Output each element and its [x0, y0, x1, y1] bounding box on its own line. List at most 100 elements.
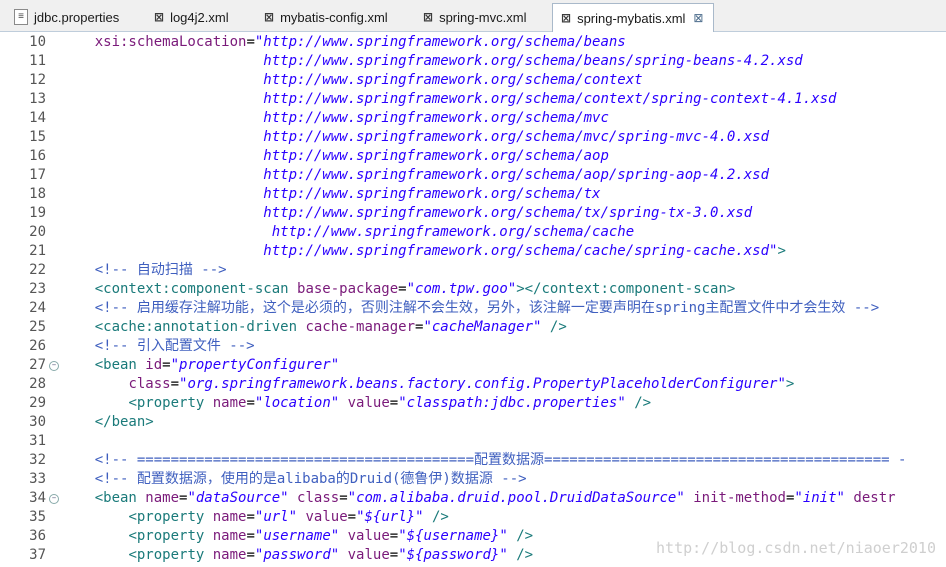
code-token: class: [297, 490, 340, 506]
tab-spring-mvc-xml[interactable]: ⊠ spring-mvc.xml: [415, 3, 541, 31]
code-line: <property name="url" value="${url}" />: [61, 508, 449, 527]
tab-log4j2-xml[interactable]: ⊠ log4j2.xml: [146, 3, 246, 31]
tab-mybatis-config-xml[interactable]: ⊠ mybatis-config.xml: [256, 3, 404, 31]
code-token: "http://www.springframework.org/schema/b…: [254, 34, 626, 50]
tab-spring-mybatis-xml[interactable]: ⊠ spring-mybatis.xml ⊠: [552, 3, 714, 32]
code-line: <!-- ===================================…: [61, 451, 907, 470]
line-number: 14: [29, 110, 46, 126]
xml-file-icon: ⊠: [561, 11, 572, 25]
code-line: http://www.springframework.org/schema/mv…: [61, 109, 609, 128]
code-token: >: [785, 376, 795, 392]
code-token: =: [246, 395, 255, 411]
code-token: <!-- ===================================…: [94, 452, 907, 468]
code-token: name: [212, 395, 247, 411]
line-number: 28: [29, 376, 46, 392]
fold-toggle-icon[interactable]: −: [49, 361, 59, 371]
code-token: http://www.springframework.org/schema/mv…: [263, 129, 770, 145]
code-token: />: [625, 395, 652, 411]
code-line: http://www.springframework.org/schema/ao…: [61, 147, 609, 166]
code-token: <context:component-scan: [94, 281, 298, 297]
code-token: cache-manager: [305, 319, 416, 335]
xml-file-icon: ⊠: [154, 10, 165, 24]
close-tab-icon[interactable]: ⊠: [693, 11, 703, 25]
line-number: 33: [29, 471, 46, 487]
code-token: =: [162, 357, 171, 373]
code-line: http://www.springframework.org/schema/tx: [61, 185, 600, 204]
code-token: "username": [254, 528, 340, 544]
code-token: value: [347, 547, 390, 563]
code-token: <bean: [94, 490, 146, 506]
line-number: 11: [29, 53, 46, 69]
line-number: 29: [29, 395, 46, 411]
code-token: "classpath:jdbc.properties": [398, 395, 626, 411]
code-line: class="org.springframework.beans.factory…: [61, 375, 794, 394]
code-token: name: [212, 528, 247, 544]
code-token: =: [170, 376, 180, 392]
code-token: value: [347, 395, 390, 411]
code-token: http://www.springframework.org/schema/tx…: [263, 205, 753, 221]
code-line: <bean name="dataSource" class="com.aliba…: [61, 489, 896, 508]
code-line: <property name="username" value="${usern…: [61, 527, 533, 546]
code-token: <property: [128, 509, 213, 525]
line-number: 32: [29, 452, 46, 468]
tab-label: spring-mybatis.xml: [577, 10, 686, 26]
code-line: http://www.springframework.org/schema/ca…: [61, 223, 634, 242]
code-token: xsi:schemaLocation: [94, 34, 247, 50]
code-line: <!-- 引入配置文件 -->: [61, 337, 255, 356]
code-token: "propertyConfigurer": [170, 357, 340, 373]
code-token: http://www.springframework.org/schema/ao…: [263, 148, 609, 164]
code-token: "com.alibaba.druid.pool.DruidDataSource": [347, 490, 685, 506]
code-token: <!-- 启用缓存注解功能，这个是必须的，否则注解不会生效，另外，该注解一定要声…: [94, 300, 880, 316]
code-token: =: [246, 34, 255, 50]
line-number: 31: [29, 433, 46, 449]
watermark: http://blog.csdn.net/niaoer2010: [656, 539, 936, 557]
code-token: />: [541, 319, 567, 335]
line-number: 15: [29, 129, 46, 145]
code-token: "com.tpw.goo": [406, 281, 517, 297]
fold-toggle-icon[interactable]: −: [49, 494, 59, 504]
code-token: "org.springframework.beans.factory.confi…: [179, 376, 786, 392]
line-number: 21: [29, 243, 46, 259]
line-number: 20: [29, 224, 46, 240]
code-token: =: [389, 528, 399, 544]
code-line: xsi:schemaLocation="http://www.springfra…: [61, 33, 626, 52]
properties-file-icon: ≡: [14, 9, 28, 25]
code-token: value: [347, 528, 390, 544]
code-line: </bean>: [61, 413, 154, 432]
code-token: ></context:component-scan>: [516, 281, 736, 297]
line-number: 36: [29, 528, 46, 544]
code-token: <!-- 引入配置文件 -->: [94, 338, 255, 354]
line-number: 23: [29, 281, 46, 297]
code-token: destr: [853, 490, 896, 506]
line-number: 25: [29, 319, 46, 335]
tab-jdbc-properties[interactable]: ≡ jdbc.properties: [6, 3, 134, 31]
code-token: </bean>: [94, 414, 154, 430]
code-line: http://www.springframework.org/schema/mv…: [61, 128, 769, 147]
code-editor[interactable]: 10 xsi:schemaLocation="http://www.spring…: [0, 32, 946, 567]
code-token: />: [423, 509, 449, 525]
code-token: "${url}": [356, 509, 424, 525]
line-number: 37: [29, 547, 46, 563]
code-token: name: [212, 509, 247, 525]
code-token: http://www.springframework.org/schema/mv…: [263, 110, 609, 126]
